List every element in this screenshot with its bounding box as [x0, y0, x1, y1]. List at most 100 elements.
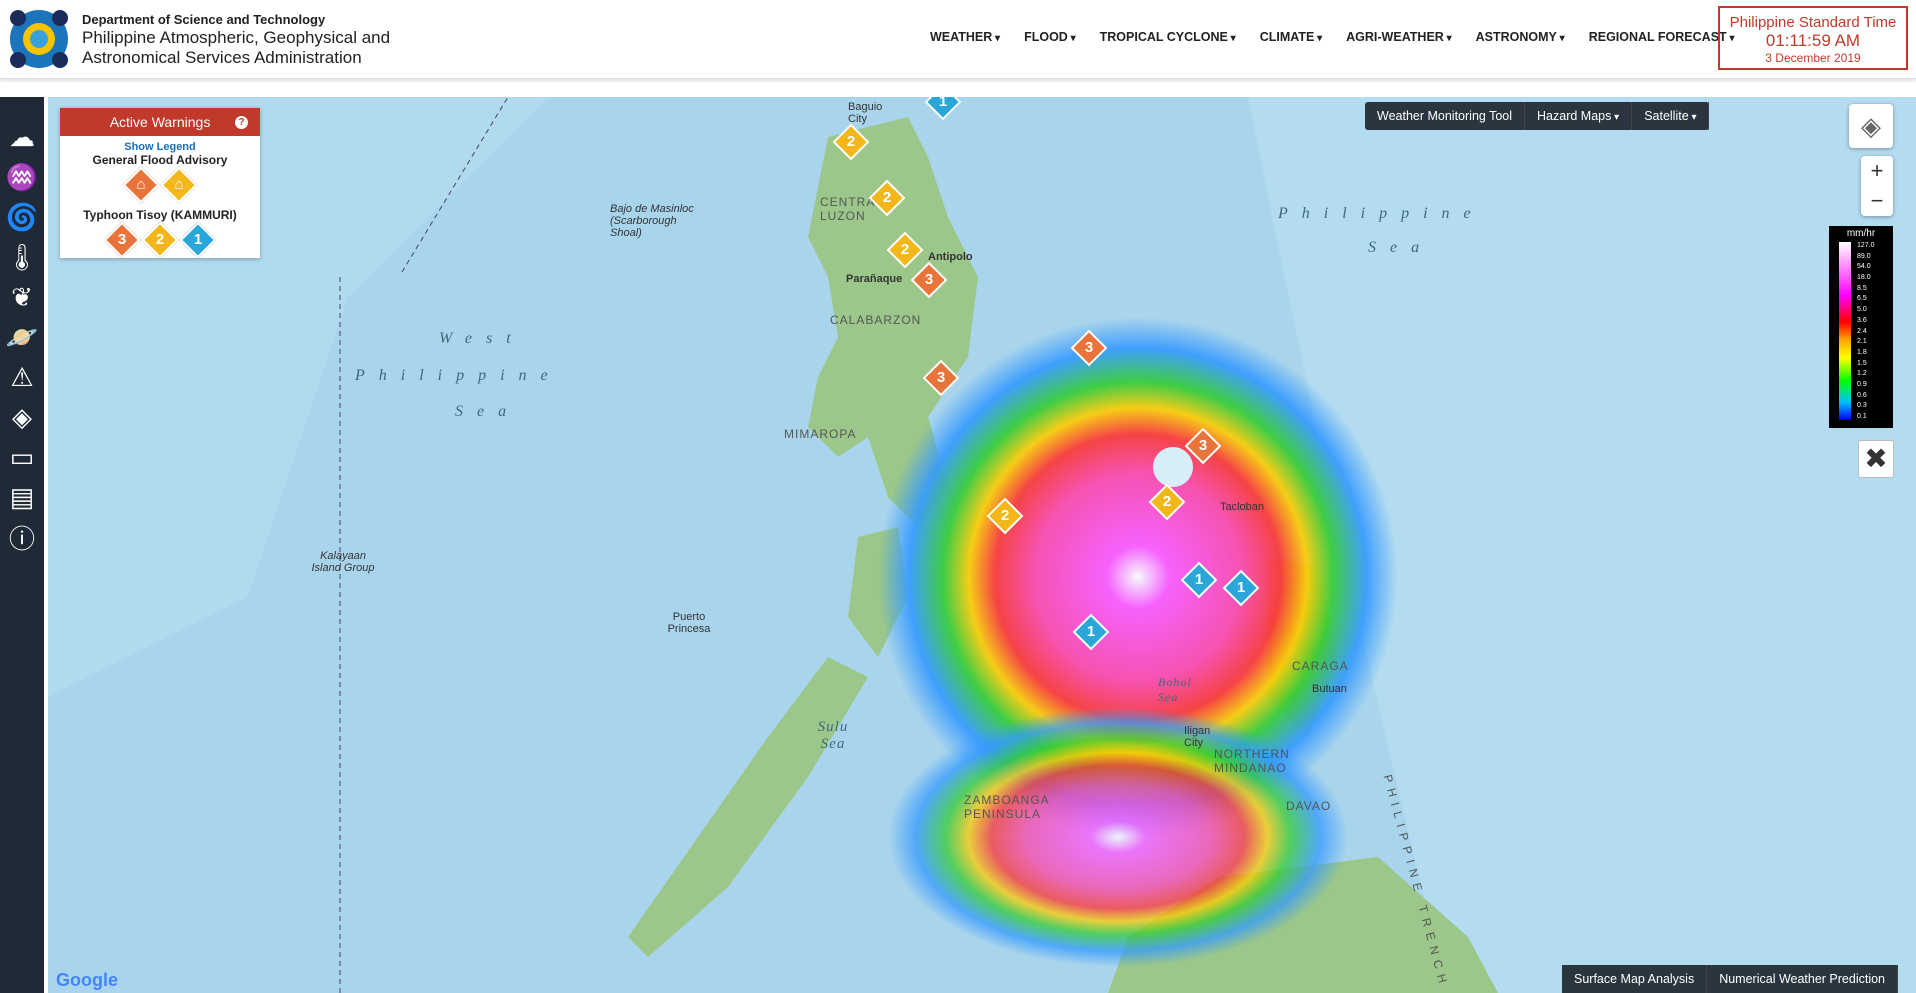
typhoon-title: Typhoon Tisoy (KAMMURI)	[83, 208, 237, 222]
agency-title: Department of Science and Technology Phi…	[82, 12, 390, 68]
scale-value: 0.6	[1857, 391, 1867, 399]
pst-clock: Philippine Standard Time 01:11:59 AM 3 D…	[1718, 6, 1908, 70]
label-mimaropa: MIMAROPA	[784, 427, 857, 441]
scale-value: 1.8	[1857, 348, 1867, 356]
scale-value: 1.5	[1857, 359, 1867, 367]
signal-number: 1	[1236, 579, 1246, 596]
label-antipolo: Antipolo	[928, 251, 973, 263]
signal-number: 3	[936, 369, 946, 386]
signal-number: 2	[1162, 493, 1172, 510]
signal-2-number: 2	[155, 231, 165, 248]
satellite-dropdown[interactable]: Satellite	[1632, 102, 1710, 130]
label-philippine-sea-2: Sea	[1368, 239, 1434, 256]
scale-value: 3.6	[1857, 316, 1867, 324]
hazard-icon[interactable]: ⚠	[0, 357, 44, 397]
scale-value: 1.2	[1857, 370, 1867, 378]
nav-tropical-cyclone[interactable]: TROPICAL CYCLONE	[1088, 30, 1248, 44]
label-zamboanga: ZAMBOANGA PENINSULA	[964, 793, 1050, 821]
label-philippine-sea-1: Philippine	[1278, 205, 1485, 222]
signal-3-icon[interactable]: 3	[103, 221, 140, 259]
pst-time: 01:11:59 AM	[1765, 31, 1861, 50]
thermometer-icon[interactable]: 🌡	[0, 237, 44, 277]
map-base	[48, 97, 1916, 993]
nav-climate[interactable]: CLIMATE	[1248, 30, 1334, 44]
scale-value: 127.0	[1857, 242, 1875, 249]
active-warnings-title: Active Warnings	[109, 114, 211, 130]
zoom-out-button[interactable]: −	[1861, 186, 1893, 216]
numerical-weather-prediction-button[interactable]: Numerical Weather Prediction	[1707, 965, 1899, 993]
label-wps-3: Sea	[455, 403, 521, 420]
label-northern-mindanao: NORTHERN MINDANAO	[1214, 747, 1290, 775]
header: Department of Science and Technology Phi…	[0, 0, 1916, 79]
map-canvas[interactable]: Philippine Sea West Philippine Sea Sulu …	[48, 97, 1916, 993]
signal-number: 2	[846, 133, 856, 150]
agri-icon[interactable]: ❦	[0, 277, 44, 317]
layers-icon[interactable]: ◈	[0, 397, 44, 437]
pst-date: 3 December 2019	[1765, 51, 1861, 65]
active-warnings-panel: Active Warnings ? Show Legend General Fl…	[60, 108, 260, 259]
signal-1-icon[interactable]: 1	[180, 221, 217, 259]
label-calabarzon: CALABARZON	[830, 313, 922, 327]
signal-number: 1	[938, 97, 948, 110]
pst-label: Philippine Standard Time	[1729, 14, 1897, 31]
signal-1-number: 1	[194, 231, 203, 248]
scale-bar	[1839, 242, 1851, 420]
signal-number: 1	[1194, 571, 1204, 588]
vacancy-icon[interactable]: ▭	[0, 437, 44, 477]
scale-values: 127.0 89.0 54.0 18.0 8.5 6.5 5.0 3.6 2.4…	[1857, 242, 1875, 420]
signal-number: 1	[1086, 623, 1096, 640]
scale-value: 0.3	[1857, 402, 1867, 410]
close-icon[interactable]: ✖	[1858, 440, 1894, 478]
flood-advisory-title: General Flood Advisory	[92, 153, 228, 167]
label-paranaque: Parañaque	[846, 273, 903, 285]
label-baguio: Baguio City	[848, 101, 883, 125]
weather-monitoring-tool-button[interactable]: Weather Monitoring Tool	[1365, 102, 1526, 130]
pagasa-logo[interactable]	[8, 8, 70, 70]
nav-agri-weather[interactable]: AGRI-WEATHER	[1334, 30, 1464, 44]
agency-name-line2: Astronomical Services Administration	[82, 47, 362, 67]
scale-value: 0.9	[1857, 380, 1867, 388]
weather-icon[interactable]: ☁	[0, 117, 44, 157]
surface-map-analysis-button[interactable]: Surface Map Analysis	[1562, 965, 1708, 993]
signal-3-number: 3	[117, 231, 126, 248]
zoom-control: + −	[1861, 156, 1893, 216]
label-tacloban: Tacloban	[1220, 501, 1265, 513]
map-toolbar: Weather Monitoring Tool Hazard Maps Sate…	[1365, 102, 1710, 130]
label-butuan: Butuan	[1312, 683, 1347, 695]
signal-number: 3	[1198, 437, 1208, 454]
label-caraga: CARAGA	[1292, 659, 1349, 673]
nav-astronomy[interactable]: ASTRONOMY	[1464, 30, 1577, 44]
active-warnings-header[interactable]: Active Warnings ?	[60, 108, 260, 136]
google-logo[interactable]: Google	[56, 970, 118, 991]
label-bohol-sea: Bohol Sea	[1158, 675, 1192, 704]
flood-icon[interactable]: ♒	[0, 157, 44, 197]
dept-name: Department of Science and Technology	[82, 12, 326, 27]
label-wps-2: Philippine	[355, 367, 562, 384]
layers-button[interactable]: ◈	[1849, 104, 1893, 148]
label-kalayaan: Kalayaan Island Group	[311, 550, 375, 574]
cyclone-icon[interactable]: 🌀	[0, 197, 44, 237]
nav-flood[interactable]: FLOOD	[1012, 30, 1088, 44]
signal-2-icon[interactable]: 2	[141, 221, 179, 259]
zoom-in-button[interactable]: +	[1861, 156, 1893, 186]
label-davao: DAVAO	[1286, 799, 1332, 813]
scale-value: 18.0	[1857, 274, 1871, 282]
scale-value: 2.4	[1857, 327, 1867, 335]
hazard-maps-dropdown[interactable]: Hazard Maps	[1525, 102, 1633, 130]
flood-advisory-icon[interactable]: ⌂	[122, 166, 160, 204]
label-sulu-sea: Sulu Sea	[817, 719, 849, 752]
nav-weather[interactable]: WEATHER	[918, 30, 1012, 44]
signal-number: 3	[1084, 339, 1094, 356]
rainfall-scale: mm/hr 127.0 89.0 54.0 18.0 8.5 6.5 5.0 3…	[1829, 226, 1893, 428]
planet-icon[interactable]: 🪐	[0, 317, 44, 357]
info-icon[interactable]: ⓘ	[0, 517, 44, 557]
scale-unit: mm/hr	[1846, 228, 1876, 239]
document-icon[interactable]: ▤	[0, 477, 44, 517]
label-iligan: Iligan City	[1184, 725, 1211, 749]
help-icon[interactable]: ?	[235, 116, 248, 129]
flood-advisory-icon[interactable]: ⌂	[160, 166, 198, 204]
scale-value: 89.0	[1857, 252, 1871, 260]
scale-value: 8.5	[1857, 284, 1867, 292]
show-legend-link[interactable]: Show Legend	[60, 141, 260, 153]
bottom-toolbar: Surface Map Analysis Numerical Weather P…	[1562, 965, 1899, 993]
